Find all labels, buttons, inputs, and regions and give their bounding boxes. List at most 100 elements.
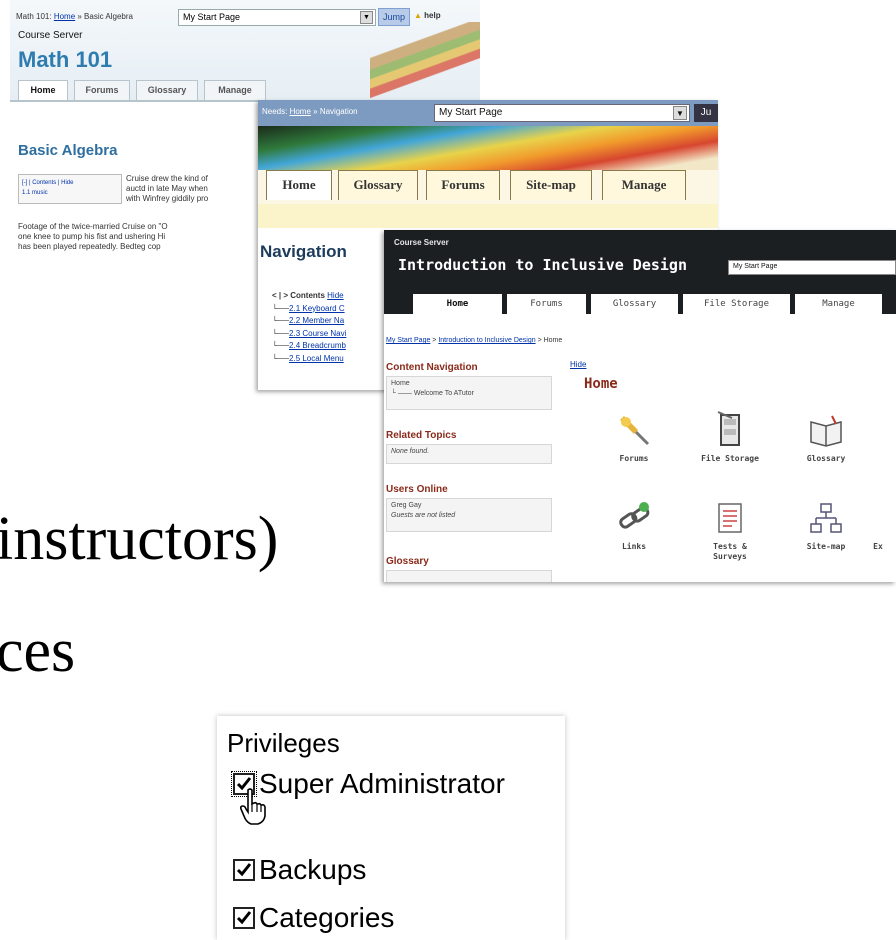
tab-glossary[interactable]: Glossary	[338, 170, 418, 200]
help-label: help	[424, 11, 441, 20]
tab-manage[interactable]: Manage	[602, 170, 686, 200]
backups-checkbox[interactable]	[233, 859, 255, 881]
contents-item-link[interactable]: 2.1 Keyboard C	[289, 304, 345, 313]
tab-home[interactable]: Home	[266, 170, 332, 200]
online-user: Greg Gay	[391, 502, 422, 509]
breadcrumb-suffix: » Navigation	[310, 107, 358, 116]
jump-button[interactable]: Jump	[378, 8, 410, 26]
glossary-tool[interactable]: Glossary	[786, 410, 866, 464]
related-topics-box: None found.	[386, 444, 552, 464]
tab-bar: Home Forums Glossary File Storage Manage	[384, 294, 896, 314]
privileges-heading: Privileges	[227, 728, 340, 758]
tab-forums[interactable]: Forums	[74, 80, 130, 100]
nav-welcome-link[interactable]: └ —— Welcome To ATutor	[391, 389, 547, 399]
tab-forums[interactable]: Forums	[504, 294, 586, 314]
export-icon	[858, 498, 896, 538]
slide-text-line-2: ces	[0, 617, 76, 685]
inclusive-design-screenshot: Course Server Introduction to Inclusive …	[384, 230, 896, 582]
tab-manage[interactable]: Manage	[204, 80, 266, 100]
tests-label: Tests &	[713, 542, 747, 551]
page-heading: Basic Algebra	[18, 142, 118, 159]
site-map-tool[interactable]: Site-map	[786, 498, 866, 552]
related-topics-heading: Related Topics	[386, 430, 457, 441]
slide-text-line-1: instructors)	[0, 505, 279, 573]
links-tool[interactable]: Links	[594, 498, 674, 552]
contents-item-link[interactable]: 2.4 Breadcrumb	[289, 341, 346, 350]
export-tool[interactable]: Ex	[858, 498, 896, 552]
header-pencils-image	[370, 22, 480, 100]
course-title: Math 101	[18, 47, 113, 72]
contents-item[interactable]: └──2.3 Course Navi	[272, 328, 346, 341]
article-paragraph: Cruise drew the kind of auctd in late Ma…	[126, 174, 208, 204]
users-online-heading: Users Online	[386, 484, 448, 495]
contents-item-link[interactable]: 2.3 Course Navi	[289, 329, 346, 338]
glossary-box	[386, 570, 552, 582]
breadcrumb-home-link[interactable]: Home	[290, 107, 311, 116]
breadcrumb: Math 101: Home » Basic Algebra	[16, 12, 133, 21]
course-server-label: Course Server	[394, 238, 449, 247]
categories-label: Categories	[259, 902, 395, 933]
tab-file-storage[interactable]: File Storage	[680, 294, 790, 314]
chevron-down-icon: ▼	[360, 11, 373, 24]
jump-select[interactable]: My Start Page	[728, 260, 896, 275]
surveys-label: Surveys	[713, 552, 747, 561]
chevron-down-icon: ▼	[673, 106, 687, 120]
nav-home-link[interactable]: Home	[391, 379, 547, 389]
paragraph-line: Cruise drew the kind of	[126, 174, 208, 183]
contents-header: < | > Contents Hide	[272, 290, 346, 303]
contents-item[interactable]: └──2.1 Keyboard C	[272, 303, 346, 316]
breadcrumb-prefix: Math 101:	[16, 12, 54, 21]
contents-header-label: < | > Contents	[272, 291, 325, 300]
contents-item[interactable]: └──2.4 Breadcrumb	[272, 340, 346, 353]
hide-menu-link[interactable]: Hide	[570, 360, 586, 369]
tab-home[interactable]: Home	[18, 80, 68, 100]
users-online-box: Greg Gay Guests are not listed	[386, 498, 552, 532]
related-topics-text: None found.	[391, 448, 430, 455]
content-navigation-heading: Content Navigation	[386, 362, 478, 373]
file-storage-tool[interactable]: File Storage	[690, 410, 770, 464]
contents-item[interactable]: └──2.5 Local Menu	[272, 353, 346, 366]
guests-note: Guests are not listed	[391, 512, 456, 519]
chain-link-icon	[619, 502, 650, 529]
checkmark-icon	[236, 863, 252, 877]
breadcrumb-course-link[interactable]: Introduction to Inclusive Design	[438, 337, 535, 344]
contents-item-link[interactable]: 2.2 Member Na	[289, 316, 344, 325]
tab-manage[interactable]: Manage	[792, 294, 882, 314]
help-link[interactable]: ▲ help	[414, 11, 441, 20]
jump-select[interactable]: My Start Page ▼	[434, 104, 690, 122]
tab-forums[interactable]: Forums	[426, 170, 500, 200]
nav-welcome-label: Welcome To ATutor	[413, 390, 474, 397]
paragraph-line: has been played repeatedly. Bedteg cop	[18, 242, 161, 251]
home-heading: Home	[584, 376, 618, 392]
export-label: Ex	[873, 542, 883, 551]
contents-tree: < | > Contents Hide └──2.1 Keyboard C └─…	[272, 290, 346, 365]
forums-label: Forums	[619, 454, 649, 463]
contents-item-link[interactable]: 2.5 Local Menu	[289, 354, 344, 363]
jump-select[interactable]: My Start Page ▼	[178, 9, 376, 26]
contents-box: [-] | Contents | Hide 1.1 music	[18, 174, 122, 204]
categories-checkbox[interactable]	[233, 907, 255, 929]
contents-item[interactable]: └──2.2 Member Na	[272, 315, 346, 328]
jump-select-value: My Start Page	[439, 107, 503, 118]
tab-glossary[interactable]: Glossary	[588, 294, 678, 314]
file-storage-label: File Storage	[701, 454, 759, 463]
page-heading: Navigation	[260, 242, 347, 261]
jump-button[interactable]: Ju	[694, 104, 718, 122]
jump-select-value: My Start Page	[183, 12, 241, 22]
contents-header-link[interactable]: [-] | Contents | Hide	[22, 178, 118, 188]
super-administrator-label: Super Administrator	[259, 768, 505, 799]
breadcrumb-start-page-link[interactable]: My Start Page	[386, 337, 430, 344]
contents-hide-link[interactable]: Hide	[327, 291, 343, 300]
tests-surveys-tool[interactable]: Tests & Surveys	[690, 498, 770, 562]
file-cabinet-icon	[717, 411, 740, 446]
checkmark-icon	[236, 911, 252, 925]
tab-home[interactable]: Home	[410, 294, 502, 314]
backups-label: Backups	[259, 854, 367, 885]
contents-item-link[interactable]: 1.1 music	[22, 188, 118, 198]
breadcrumb-home-link[interactable]: Home	[54, 12, 75, 21]
tab-site-map[interactable]: Site-map	[510, 170, 592, 200]
breadcrumb-prefix: Needs:	[262, 107, 290, 116]
tab-glossary[interactable]: Glossary	[136, 80, 198, 100]
forums-tool[interactable]: Forums	[594, 410, 674, 464]
paragraph-line: Footage of the twice-married Cruise on "…	[18, 222, 168, 231]
